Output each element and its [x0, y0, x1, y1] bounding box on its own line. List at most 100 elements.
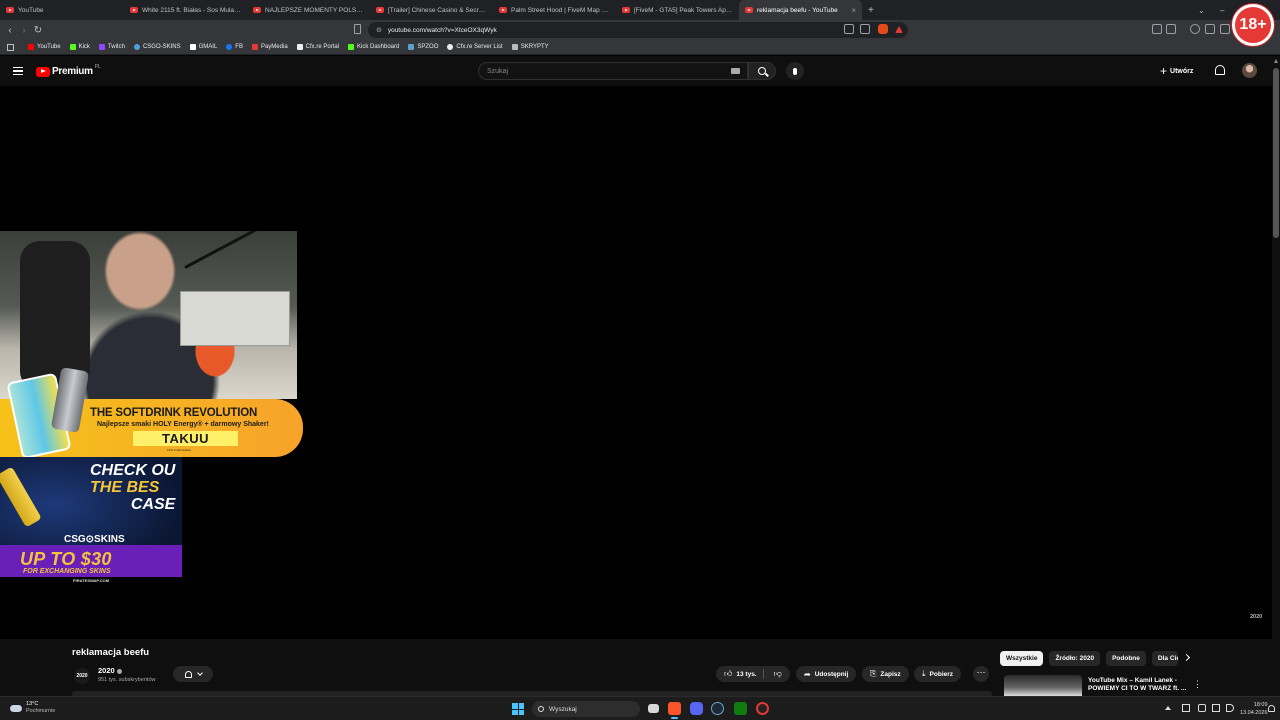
related-video-thumbnail[interactable] — [1004, 675, 1082, 696]
notification-bell-icon[interactable] — [1268, 705, 1275, 712]
download-button[interactable]: ⤓ Pobierz — [914, 666, 962, 682]
bookmark-cfx-server-list[interactable]: Cfx.re Server List — [447, 44, 503, 50]
csgo-skins-ad: CHECK OU THE BES CASE CSG⊙SKINS UP TO $3… — [0, 457, 182, 577]
bookmark-spzoo[interactable]: SPZOO — [408, 44, 438, 50]
back-button[interactable]: ‹ — [3, 25, 17, 36]
search-button[interactable] — [748, 62, 776, 80]
tab-reklamacja-beefu[interactable]: reklamacja beefu - YouTube × — [739, 0, 862, 20]
file-explorer-icon[interactable] — [648, 704, 659, 713]
chevron-down-icon — [196, 670, 203, 676]
chip-all[interactable]: Wszystkie — [1000, 651, 1044, 666]
xbox-icon[interactable] — [734, 702, 747, 715]
chevron-right-icon[interactable] — [1182, 653, 1191, 662]
wifi-icon[interactable] — [1212, 704, 1220, 712]
media-icon[interactable] — [1190, 24, 1200, 34]
share-button[interactable]: ➦ Udostępnij — [796, 666, 857, 682]
scroll-up-arrow-icon[interactable] — [1274, 59, 1278, 63]
voice-search-button[interactable] — [786, 62, 804, 80]
video-player[interactable]: THE SOFTDRINK REVOLUTION Najlepsze smaki… — [0, 86, 1272, 639]
bookmark-gmail[interactable]: GMAIL — [189, 44, 217, 50]
extension-icon[interactable] — [1152, 24, 1162, 34]
screenshot-icon[interactable] — [1166, 24, 1176, 34]
tab-chinese-casino-trailer[interactable]: [Trailer] Chinese Casino & Secret Tria..… — [370, 0, 493, 20]
bookmark-cfx-portal[interactable]: Cfx.re Portal — [296, 44, 339, 50]
forward-button[interactable]: › — [17, 25, 31, 36]
hamburger-menu-icon[interactable] — [13, 67, 23, 75]
youtube-play-icon — [36, 66, 50, 77]
create-label: Utwórz — [1170, 67, 1194, 75]
apps-grid-icon[interactable] — [7, 44, 14, 51]
browser-tab-strip: YouTube White 2115 ft. Białas - Sos Mula… — [0, 0, 1280, 20]
network-icon[interactable] — [1182, 704, 1190, 712]
thumbs-down-icon[interactable]: 👎︎ — [770, 669, 786, 679]
app-icon[interactable] — [756, 702, 769, 715]
chip-source[interactable]: Źródło: 2020 — [1049, 651, 1101, 666]
related-video-title[interactable]: YouTube Mix – Kamil Lanek - POWIEMY CI T… — [1088, 677, 1188, 693]
bookmark-csgo-skins[interactable]: CSGO-SKINS — [133, 44, 181, 50]
more-actions-button[interactable]: ⋯ — [973, 666, 989, 682]
page-scrollbar[interactable] — [1272, 56, 1280, 696]
cast-icon[interactable] — [844, 24, 854, 34]
taskbar-search-input[interactable]: Wyszukaj — [532, 701, 640, 717]
channel-name[interactable]: 2020 — [98, 666, 122, 675]
account-avatar[interactable] — [1242, 63, 1257, 78]
volume-icon[interactable] — [1226, 704, 1234, 712]
search-input[interactable]: Szukaj — [478, 62, 748, 80]
tab-palm-street-hood[interactable]: Palm Street Hood | FiveM Map - You... — [493, 0, 616, 20]
brave-shield-icon[interactable] — [878, 24, 888, 34]
notifications-bell-icon[interactable] — [1215, 65, 1225, 75]
brave-browser-icon[interactable] — [668, 702, 681, 719]
keyboard-icon[interactable] — [731, 68, 740, 74]
chip-related[interactable]: Podobne — [1106, 651, 1146, 666]
tab-title: [FiveM - GTA5] Peak Towers Apartme... — [634, 6, 733, 14]
channel-watermark[interactable]: 2020 — [1250, 614, 1262, 620]
ad-subtext: Najlepsze smaki HOLY Energy® + darmowy S… — [97, 421, 269, 428]
youtube-favicon-icon — [253, 7, 261, 13]
like-dislike-group: 👍︎ 13 tys. 👎︎ — [716, 666, 790, 682]
steam-icon[interactable] — [711, 702, 724, 715]
new-tab-button[interactable]: + — [862, 5, 880, 16]
windows-start-icon[interactable] — [512, 703, 524, 715]
gaming-chair — [20, 241, 90, 391]
show-hidden-icons-icon[interactable] — [1165, 706, 1171, 710]
address-bar[interactable]: ⚙ youtube.com/watch?v=XtceOX3qWyk — [368, 22, 908, 38]
create-button[interactable]: + Utwórz — [1160, 64, 1193, 78]
share-icon[interactable] — [860, 24, 870, 34]
subscription-bell-button[interactable] — [173, 666, 213, 682]
tab-najlepsze-momenty[interactable]: NAJLEPSZE MOMENTY POLSKIEGO... — [247, 0, 370, 20]
tab-search-dropdown-icon[interactable]: ⌄ — [1198, 0, 1205, 20]
tab-white-2115[interactable]: White 2115 ft. Białas - Sos Mula (pro... — [124, 0, 247, 20]
bookmark-youtube[interactable]: YouTube — [28, 44, 61, 50]
reload-button[interactable]: ↻ — [31, 25, 45, 36]
thumbs-up-icon[interactable]: 👍︎ — [724, 669, 732, 679]
bookmark-kick-dashboard[interactable]: Kick Dashboard — [348, 44, 399, 50]
youtube-premium-logo[interactable]: Premium PL — [36, 64, 101, 77]
system-clock[interactable]: 18:09 13.04.2026 — [1240, 701, 1268, 717]
related-more-icon[interactable]: ⋮ — [1193, 679, 1202, 690]
tab-close-icon[interactable]: × — [851, 6, 856, 15]
bookmark-paymedia[interactable]: PayMedia — [251, 44, 288, 50]
scrollbar-thumb[interactable] — [1273, 68, 1279, 238]
discord-icon[interactable] — [690, 702, 703, 715]
channel-avatar[interactable]: 2020 — [74, 668, 90, 684]
bookmark-kick[interactable]: Kick — [69, 44, 90, 50]
minimize-button[interactable]: – — [1220, 0, 1224, 20]
ad-line-3: CASE — [130, 496, 176, 513]
brave-rewards-icon[interactable] — [895, 26, 903, 33]
youtube-favicon-icon — [499, 7, 507, 13]
bookmark-icon[interactable] — [354, 24, 361, 34]
weather-widget[interactable]: 13°C Pochmurnie — [10, 701, 55, 715]
weather-condition: Pochmurnie — [26, 708, 56, 714]
chip-for-you[interactable]: Dla Ciebie — [1151, 651, 1178, 666]
bookmark-fb[interactable]: FB — [226, 44, 243, 50]
tab-peak-towers[interactable]: [FiveM - GTA5] Peak Towers Apartme... — [616, 0, 739, 20]
bookmark-twitch[interactable]: Twitch — [98, 44, 125, 50]
sidebar-icon[interactable] — [1205, 24, 1215, 34]
microphone-tray-icon[interactable] — [1198, 704, 1206, 712]
site-info-icon[interactable]: ⚙ — [376, 26, 382, 34]
save-button[interactable]: ⎘ Zapisz — [862, 666, 909, 682]
like-count[interactable]: 13 tys. — [736, 671, 756, 678]
wallet-icon[interactable] — [1220, 24, 1230, 34]
tab-youtube[interactable]: YouTube — [0, 0, 124, 20]
bookmark-skrypty[interactable]: SKRYPTY — [511, 44, 549, 50]
